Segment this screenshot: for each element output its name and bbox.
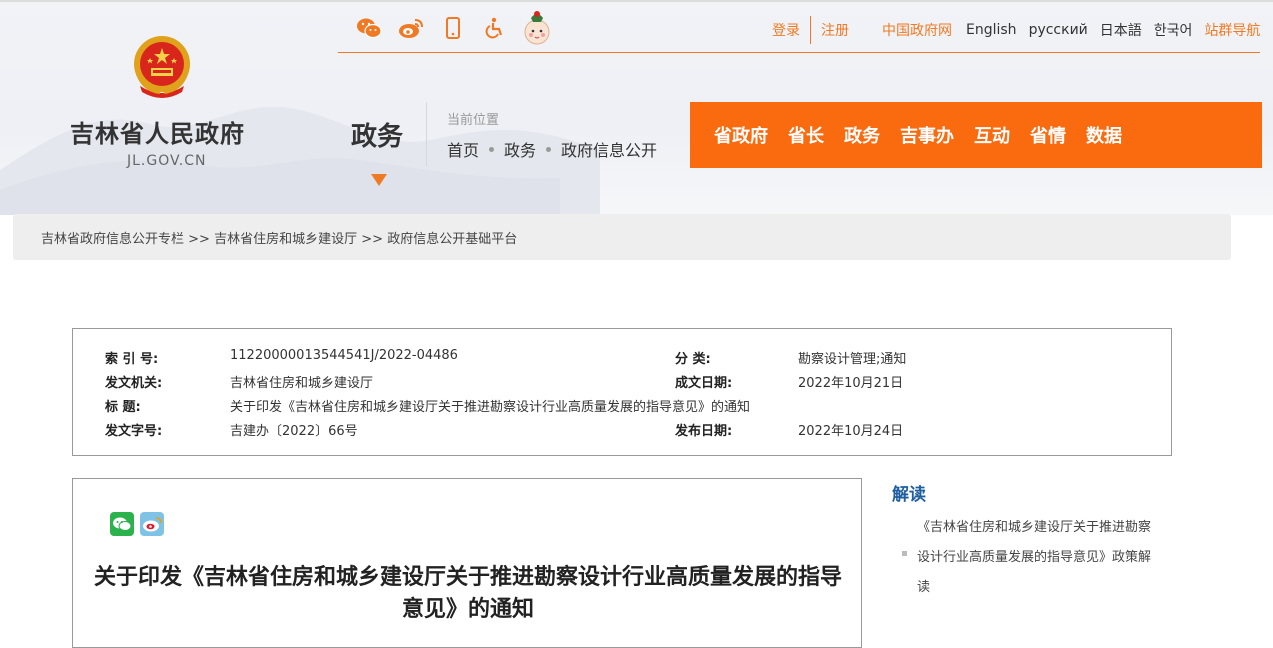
breadcrumb-dot xyxy=(489,146,495,152)
national-emblem-icon xyxy=(130,34,194,100)
japanese-link[interactable]: 日本語 xyxy=(1100,20,1142,40)
top-rule xyxy=(338,52,1260,53)
nav-item-jishiban[interactable]: 吉事办 xyxy=(900,122,954,148)
nav-item-zhengwu[interactable]: 政务 xyxy=(844,122,880,148)
korean-link[interactable]: 한국어 xyxy=(1154,20,1193,40)
nav-item-provincial-gov[interactable]: 省政府 xyxy=(714,122,768,148)
weibo-share-icon[interactable] xyxy=(140,512,164,536)
wechat-share-icon[interactable] xyxy=(110,512,134,536)
bullet-icon xyxy=(902,551,907,556)
meta-date-made-label: 成文日期: xyxy=(675,376,733,391)
strip-link-info-column[interactable]: 吉林省政府信息公开专栏 xyxy=(41,232,184,247)
location-caption: 当前位置 xyxy=(447,113,500,128)
strip-separator: >> xyxy=(361,232,384,247)
language-links: 中国政府网 English русский 日本語 한국어 站群导航 xyxy=(882,20,1260,40)
document-metadata: 索 引 号: 11220000013544541J/2022-04486 分 类… xyxy=(72,328,1172,456)
meta-publish-label: 发布日期: xyxy=(675,424,733,439)
mascot-icon[interactable] xyxy=(516,8,558,48)
login-link[interactable]: 登录 xyxy=(772,20,800,40)
meta-title-value: 关于印发《吉林省住房和城乡建设厅关于推进勘察设计行业高质量发展的指导意见》的通知 xyxy=(230,400,751,415)
top-border xyxy=(0,0,1273,2)
breadcrumb-info-open[interactable]: 政府信息公开 xyxy=(561,137,657,161)
article-panel: 关于印发《吉林省住房和城乡建设厅关于推进勘察设计行业高质量发展的指导意见》的通知 xyxy=(72,478,862,648)
interpretation-link[interactable]: 《吉林省住房和城乡建设厅关于推进勘察设计行业高质量发展的指导意见》政策解读 xyxy=(917,513,1162,603)
breadcrumb-home[interactable]: 首页 xyxy=(447,137,479,161)
info-breadcrumb-bar: 吉林省政府信息公开专栏 >> 吉林省住房和城乡建设厅 >> 政府信息公开基础平台 xyxy=(13,214,1231,260)
meta-category-value: 勘察设计管理;通知 xyxy=(798,352,907,367)
share-bar xyxy=(110,512,170,536)
strip-link-platform[interactable]: 政府信息公开基础平台 xyxy=(387,232,517,247)
section-label: 政务 xyxy=(351,122,404,152)
meta-index-value: 11220000013544541J/2022-04486 xyxy=(230,348,458,363)
meta-doc-no-value: 吉建办〔2022〕66号 xyxy=(230,424,358,439)
strip-link-housing-dept[interactable]: 吉林省住房和城乡建设厅 xyxy=(214,232,357,247)
weibo-icon[interactable] xyxy=(390,8,432,48)
nav-item-interaction[interactable]: 互动 xyxy=(974,122,1010,148)
top-icon-bar xyxy=(348,8,558,48)
nav-item-governor[interactable]: 省长 xyxy=(788,122,824,148)
site-domain: JL.GOV.CN xyxy=(127,153,207,169)
nav-item-data[interactable]: 数据 xyxy=(1086,122,1122,148)
mobile-icon[interactable] xyxy=(432,8,474,48)
wechat-icon[interactable] xyxy=(348,8,390,48)
english-link[interactable]: English xyxy=(966,22,1017,38)
main-nav: 省政府 省长 政务 吉事办 互动 省情 数据 xyxy=(690,102,1262,168)
interpretation-heading: 解读 xyxy=(892,485,926,505)
meta-doc-no-label: 发文字号: xyxy=(105,424,163,439)
breadcrumb: 首页 政务 政府信息公开 xyxy=(447,137,657,161)
strip-separator: >> xyxy=(188,232,210,247)
meta-publish-value: 2022年10月24日 xyxy=(798,424,904,439)
divider xyxy=(810,16,811,44)
meta-title-label: 标 题: xyxy=(105,400,141,415)
article-title: 关于印发《吉林省住房和城乡建设厅关于推进勘察设计行业高质量发展的指导意见》的通知 xyxy=(93,564,842,622)
gov-cn-link[interactable]: 中国政府网 xyxy=(882,20,952,40)
meta-issuer-value: 吉林省住房和城乡建设厅 xyxy=(230,376,374,391)
meta-date-made-value: 2022年10月21日 xyxy=(798,376,904,391)
meta-category-label: 分 类: xyxy=(675,352,711,367)
register-link[interactable]: 注册 xyxy=(821,20,849,40)
meta-issuer-label: 发文机关: xyxy=(105,376,163,391)
divider xyxy=(426,102,427,166)
site-title[interactable]: 吉林省人民政府 xyxy=(70,114,245,149)
russian-link[interactable]: русский xyxy=(1029,22,1088,38)
meta-index-label: 索 引 号: xyxy=(105,352,159,367)
info-breadcrumb: 吉林省政府信息公开专栏 >> 吉林省住房和城乡建设厅 >> 政府信息公开基础平台 xyxy=(41,228,517,247)
breadcrumb-dot xyxy=(546,146,552,152)
accessibility-icon[interactable] xyxy=(474,8,516,48)
nav-item-province-info[interactable]: 省情 xyxy=(1030,122,1066,148)
account-links: 登录 注册 xyxy=(772,16,849,44)
site-group-link[interactable]: 站群导航 xyxy=(1204,20,1260,40)
breadcrumb-zhengwu[interactable]: 政务 xyxy=(504,137,536,161)
section-indicator-icon xyxy=(371,174,387,186)
